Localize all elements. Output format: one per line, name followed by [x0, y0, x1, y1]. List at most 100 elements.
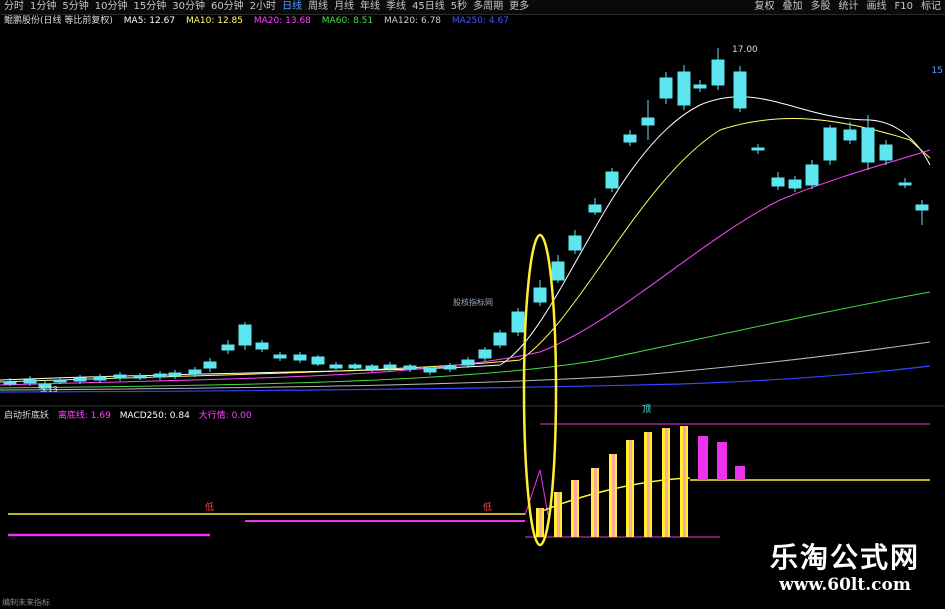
- candle-body: [677, 71, 691, 106]
- candle-body: [461, 359, 475, 366]
- candle-body: [168, 372, 182, 377]
- candle-body: [238, 324, 252, 346]
- tool-button-1[interactable]: 叠加: [783, 0, 803, 14]
- indicator-bar-core: [539, 508, 542, 537]
- ma60-label: MA60: 8.51: [321, 16, 374, 26]
- indicator-bar-core: [683, 426, 686, 537]
- candle-body: [711, 59, 725, 86]
- high-price-label: 17.00: [732, 45, 758, 55]
- indicator-bar-magenta: [717, 442, 727, 480]
- period-toolbar: 分时 1分钟 5分钟 10分钟 15分钟 30分钟 60分钟 2小时 日线 周线 月线 年线 季线 45日…: [0, 0, 945, 15]
- indicator-title[interactable]: 启动折底妖: [4, 411, 49, 421]
- period-tab-13[interactable]: 45日线: [412, 0, 445, 14]
- candle-body: [493, 332, 507, 346]
- candle-body: [273, 354, 287, 359]
- candle-body: [133, 375, 147, 379]
- candle-body: [861, 127, 875, 163]
- candle-body: [605, 171, 619, 189]
- candle-body: [805, 164, 819, 186]
- candle-body: [93, 376, 107, 381]
- signal-top-label: 顶: [642, 404, 651, 415]
- period-tab-4[interactable]: 15分钟: [133, 0, 166, 14]
- candle-body: [478, 349, 492, 359]
- period-tabs: 分时 1分钟 5分钟 10分钟 15分钟 30分钟 60分钟 2小时 日线 周线 月线 年线 季线 45日…: [4, 0, 535, 14]
- candle-body: [533, 287, 547, 303]
- indicator-bar-core: [574, 480, 577, 537]
- candle-body: [73, 377, 87, 382]
- tool-button-2[interactable]: 多股: [811, 0, 831, 14]
- ma5-line: [0, 96, 931, 381]
- tool-button-3[interactable]: 统计: [839, 0, 859, 14]
- tool-button-5[interactable]: F10: [895, 0, 913, 14]
- period-tab-2[interactable]: 5分钟: [62, 0, 88, 14]
- period-tab-16[interactable]: 更多: [509, 0, 529, 14]
- signal-low-a: 低: [205, 501, 214, 513]
- candle-body: [203, 361, 217, 369]
- indicator-label-3: 大行情: 0.00: [198, 411, 252, 421]
- candle-body: [693, 84, 707, 89]
- indicator-bar-core: [647, 432, 650, 537]
- tool-button-4[interactable]: 画线: [867, 0, 887, 14]
- candle-body: [403, 365, 417, 370]
- period-tab-12[interactable]: 季线: [386, 0, 406, 14]
- ma10-line: [0, 118, 931, 383]
- period-tab-11[interactable]: 年线: [360, 0, 380, 14]
- candle-body: [311, 356, 325, 365]
- period-tab-1[interactable]: 1分钟: [30, 0, 56, 14]
- ma10-label: MA10: 12.85: [185, 16, 243, 26]
- candle-body: [221, 344, 235, 351]
- ma120-line: [0, 341, 931, 391]
- indicator-label-2: MACD250: 0.84: [119, 411, 190, 421]
- indicator-bar-magenta: [735, 466, 745, 480]
- ma120-label: MA120: 6.78: [383, 16, 442, 26]
- indicator-bar-magenta: [698, 436, 708, 480]
- candle-body: [771, 177, 785, 187]
- chart-tools: 复权 叠加 多股 统计 画线 F10 标记: [747, 0, 941, 14]
- candle-body: [423, 367, 437, 373]
- tool-button-0[interactable]: 复权: [755, 0, 775, 14]
- candle-body: [623, 134, 637, 143]
- ma-legend: 鲲鹏股份(日线 等比前复权) MA5: 12.67 MA10: 12.85 MA…: [4, 15, 517, 28]
- period-tab-9[interactable]: 周线: [308, 0, 328, 14]
- period-tab-8[interactable]: 日线: [282, 0, 302, 14]
- candle-body: [443, 365, 457, 370]
- watermark-url: www.60lt.com: [779, 575, 911, 595]
- stock-title[interactable]: 鲲鹏股份(日线 等比前复权): [4, 16, 113, 26]
- candle-body: [568, 235, 582, 251]
- candle-body: [348, 364, 362, 369]
- candle-body: [23, 379, 37, 384]
- tool-button-6[interactable]: 标记: [921, 0, 941, 14]
- indicator-bar-core: [665, 428, 668, 537]
- ma5-label: MA5: 12.67: [123, 16, 176, 26]
- low-price-label: 5.13: [40, 385, 58, 394]
- period-tab-10[interactable]: 月线: [334, 0, 354, 14]
- center-watermark: 股核指标网: [453, 297, 493, 307]
- candle-body: [255, 342, 269, 350]
- candle-body: [588, 204, 602, 213]
- candle-body: [365, 365, 379, 370]
- candle-body: [641, 117, 655, 126]
- indicator-label-1: 离底线: 1.69: [57, 411, 111, 421]
- candle-body: [733, 71, 747, 109]
- signal-low-b: 低: [483, 501, 492, 513]
- candle-body: [153, 373, 167, 378]
- candle-body: [3, 381, 17, 385]
- period-tab-7[interactable]: 2小时: [250, 0, 276, 14]
- period-tab-15[interactable]: 多周期: [473, 0, 503, 14]
- period-tab-3[interactable]: 10分钟: [95, 0, 128, 14]
- candle-body: [551, 261, 565, 281]
- period-tab-5[interactable]: 30分钟: [172, 0, 205, 14]
- indicator-bar-core: [594, 468, 597, 537]
- period-tab-0[interactable]: 分时: [4, 0, 24, 14]
- candle-body: [188, 369, 202, 375]
- ma250-label: MA250: 4.67: [451, 16, 509, 26]
- candle-body: [511, 311, 525, 333]
- period-tab-6[interactable]: 60分钟: [211, 0, 244, 14]
- candle-body: [915, 204, 929, 211]
- indicator-bar-core: [629, 440, 632, 537]
- candle-body: [53, 379, 67, 383]
- price-chart[interactable]: 17.00 5.13 股核指标网 低 低 顶: [0, 0, 945, 609]
- period-tab-14[interactable]: 5秒: [451, 0, 467, 14]
- candle-body: [898, 182, 912, 186]
- candle-body: [383, 364, 397, 369]
